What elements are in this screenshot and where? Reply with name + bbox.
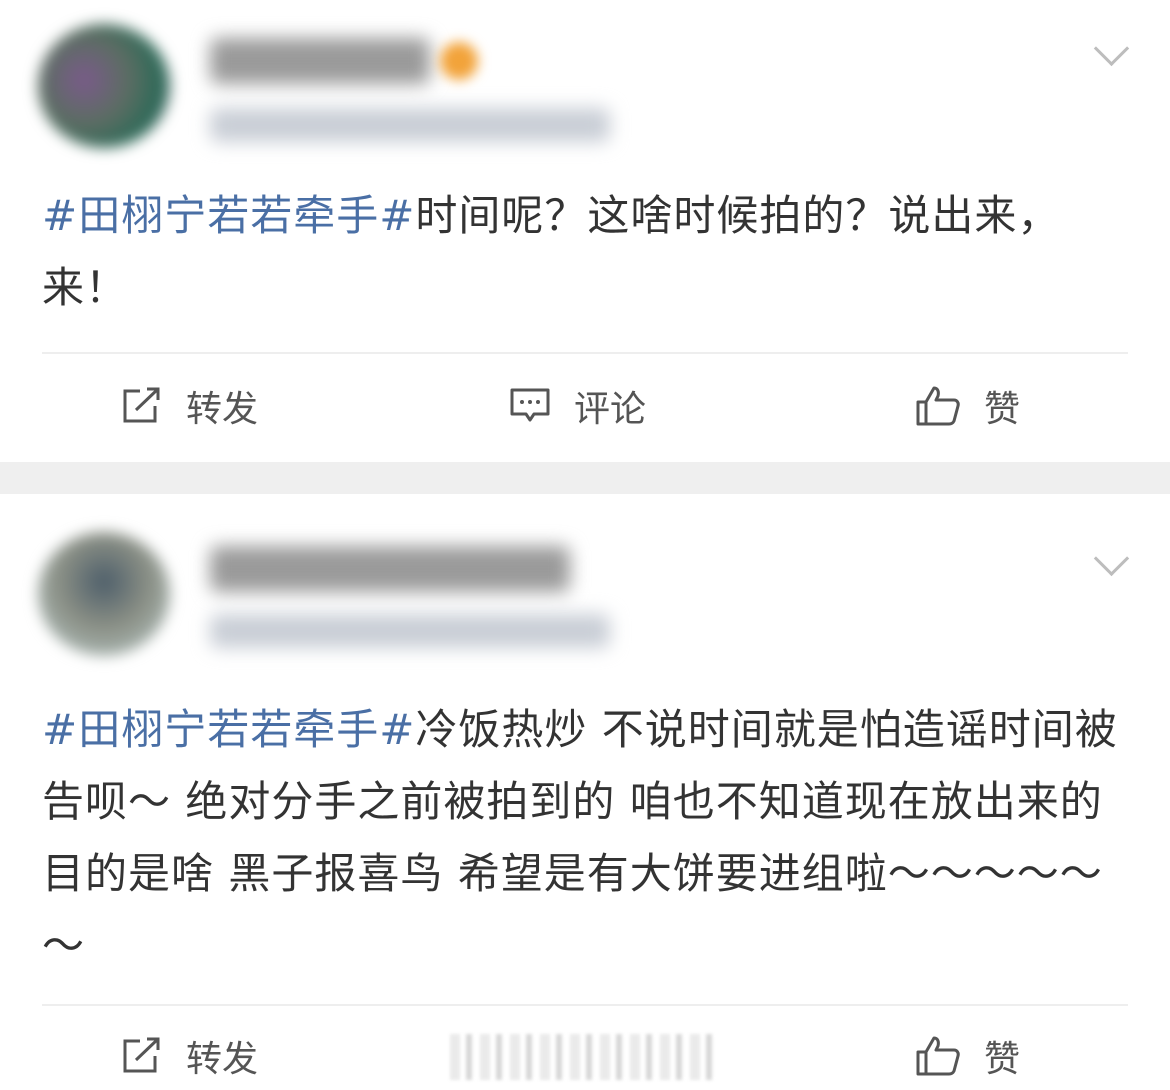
thumbs-up-icon: [916, 386, 960, 426]
thumbs-up-icon: [916, 1036, 960, 1076]
verified-badge-icon: [440, 42, 478, 80]
weibo-post-1: #田栩宁若若牵手#时间呢？这啥时候拍的？说出来，来！ 转发 评论 赞: [0, 0, 1170, 462]
post-meta-blurred: [210, 108, 610, 142]
username-blurred[interactable]: [210, 38, 430, 84]
repost-button[interactable]: 转发: [120, 376, 258, 436]
hashtag-link[interactable]: #田栩宁若若牵手#: [42, 705, 415, 754]
chevron-down-icon[interactable]: [1093, 540, 1130, 577]
avatar[interactable]: [38, 532, 170, 656]
repost-label: 转发: [186, 389, 259, 430]
comment-icon: [510, 388, 550, 422]
repost-label: 转发: [186, 1039, 259, 1080]
like-button[interactable]: 赞: [914, 1026, 1020, 1086]
avatar[interactable]: [38, 24, 170, 148]
comment-label: 评论: [574, 389, 647, 430]
repost-icon: [123, 1037, 160, 1073]
username-blurred[interactable]: [210, 546, 570, 592]
post-text: #田栩宁若若牵手#时间呢？这啥时候拍的？说出来，来！: [42, 180, 1132, 324]
like-button[interactable]: 赞: [914, 376, 1020, 436]
like-label: 赞: [984, 389, 1021, 430]
comment-button[interactable]: 评论: [508, 376, 646, 436]
post-meta-blurred: [210, 614, 610, 648]
like-label: 赞: [984, 1039, 1021, 1080]
weibo-post-2: #田栩宁若若牵手#冷饭热炒 不说时间就是怕造谣时间被告呗～ 绝对分手之前被拍到的…: [0, 494, 1170, 1090]
divider: [42, 352, 1128, 354]
post-separator: [0, 462, 1170, 494]
repost-button[interactable]: 转发: [120, 1026, 258, 1086]
repost-icon: [123, 387, 160, 423]
watermark: [450, 1034, 720, 1080]
chevron-down-icon[interactable]: [1093, 30, 1130, 67]
divider: [42, 1004, 1128, 1006]
post-text: #田栩宁若若牵手#冷饭热炒 不说时间就是怕造谣时间被告呗～ 绝对分手之前被拍到的…: [42, 694, 1132, 982]
hashtag-link[interactable]: #田栩宁若若牵手#: [42, 191, 415, 240]
